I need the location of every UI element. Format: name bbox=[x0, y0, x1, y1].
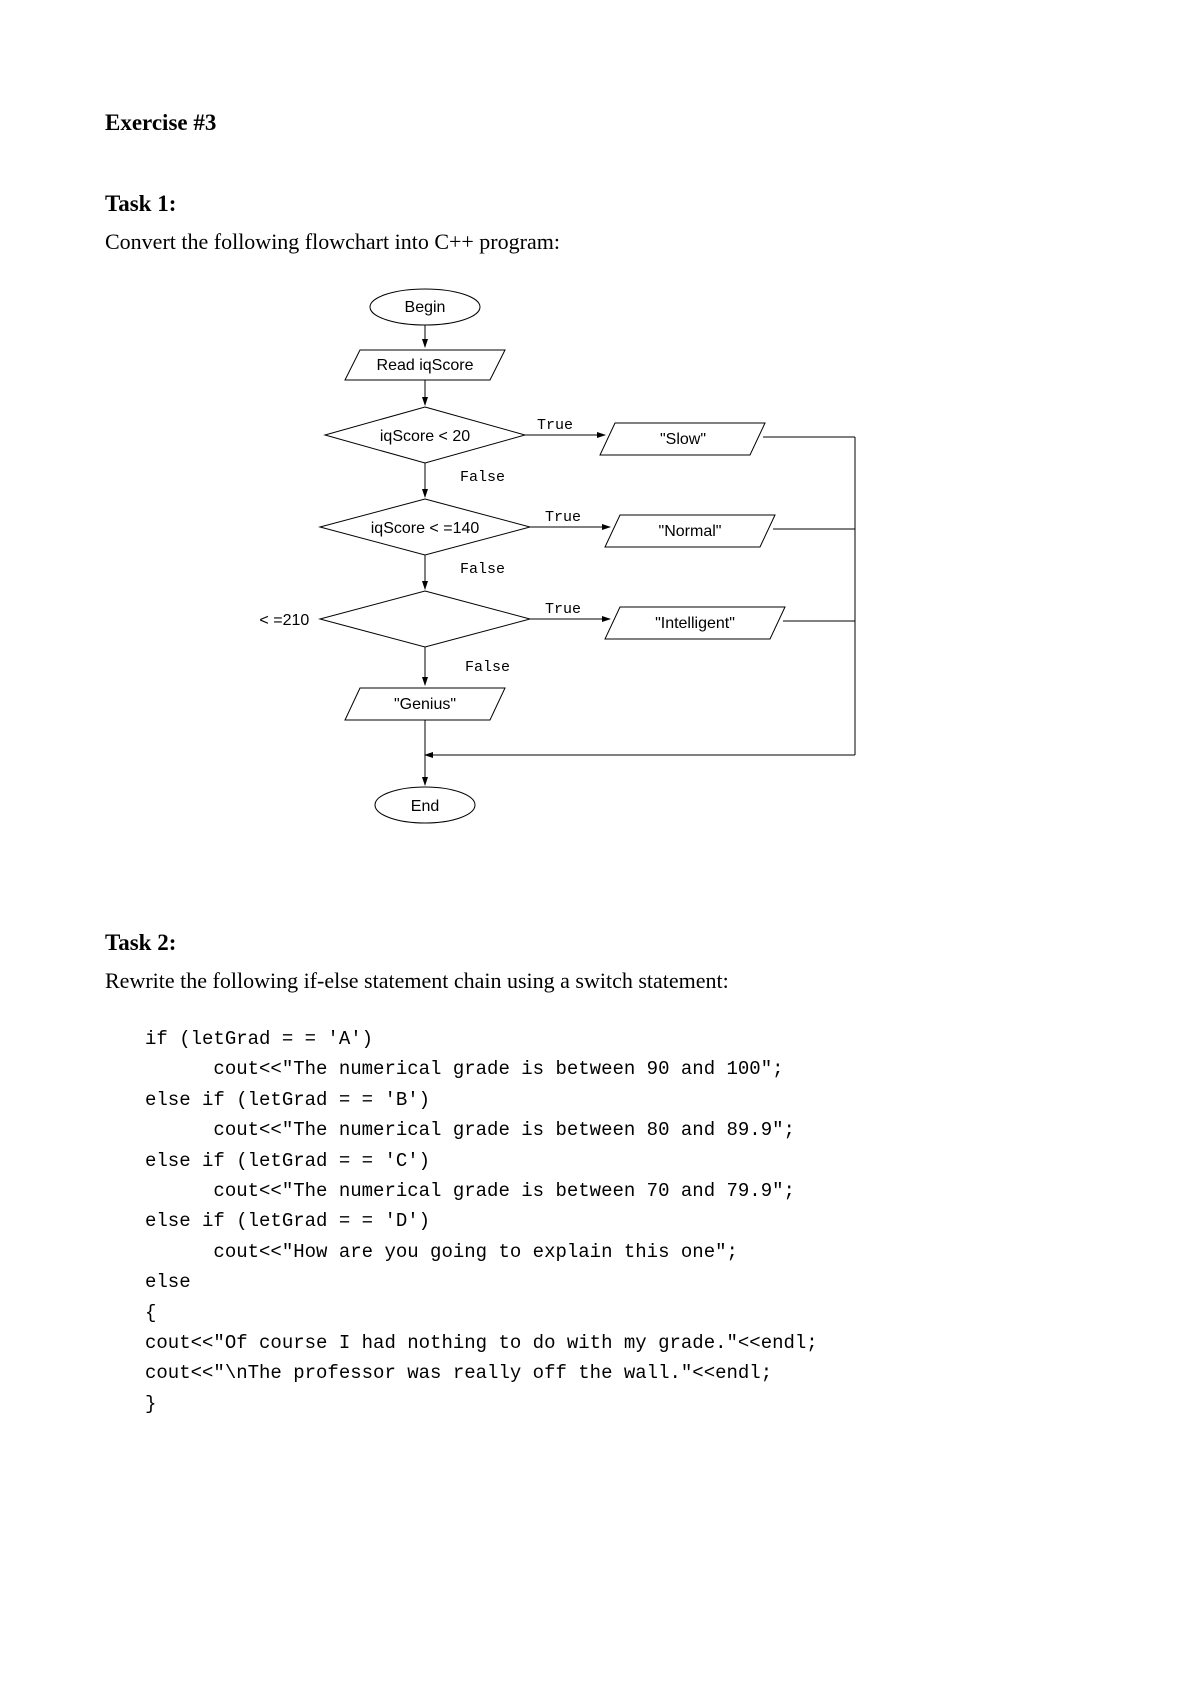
false-label-2: False bbox=[460, 561, 505, 578]
o4-text: "Genius" bbox=[394, 696, 456, 713]
exercise-title: Exercise #3 bbox=[105, 110, 1095, 136]
false-label-3: False bbox=[465, 659, 510, 676]
task1-title: Task 1: bbox=[105, 191, 1095, 217]
end-text: End bbox=[411, 798, 439, 815]
task1-desc: Convert the following flowchart into C++… bbox=[105, 229, 1095, 255]
true-label-2: True bbox=[545, 509, 581, 526]
begin-text: Begin bbox=[405, 299, 446, 316]
true-label-3: True bbox=[545, 601, 581, 618]
o2-text: "Normal" bbox=[659, 523, 722, 540]
d3-text: iqScore < =210 bbox=[255, 612, 309, 629]
task2-code: if (letGrad = = 'A') cout<<"The numerica… bbox=[145, 1024, 1095, 1419]
o1-text: "Slow" bbox=[660, 431, 706, 448]
d1-text: iqScore < 20 bbox=[380, 428, 470, 445]
true-label-1: True bbox=[537, 417, 573, 434]
task2-desc: Rewrite the following if-else statement … bbox=[105, 968, 1095, 994]
false-label-1: False bbox=[460, 469, 505, 486]
d2-text: iqScore < =140 bbox=[371, 520, 480, 537]
o3-text: "Intelligent" bbox=[655, 615, 735, 632]
flowchart: Begin Read iqScore iqScore < 20 True "Sl… bbox=[255, 285, 955, 865]
read-text: Read iqScore bbox=[377, 357, 474, 374]
task2-title: Task 2: bbox=[105, 930, 1095, 956]
